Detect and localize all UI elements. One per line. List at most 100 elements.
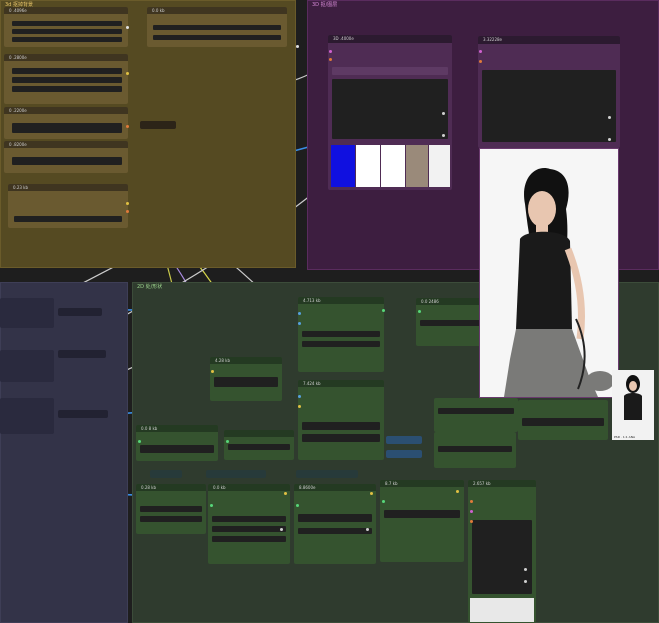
node-field[interactable] <box>212 526 286 532</box>
node-field[interactable] <box>12 77 122 83</box>
node-field[interactable] <box>438 408 514 414</box>
mini-node[interactable] <box>386 450 422 458</box>
input-slot[interactable] <box>296 45 299 48</box>
input-slot[interactable] <box>382 500 385 503</box>
node-field[interactable] <box>153 35 281 40</box>
node-field[interactable] <box>140 506 202 512</box>
node-field[interactable] <box>302 341 380 347</box>
widget-knob[interactable] <box>524 568 527 571</box>
node-field[interactable] <box>420 320 484 326</box>
link-icon[interactable] <box>456 490 459 493</box>
node-field[interactable] <box>522 418 604 426</box>
mini-node[interactable] <box>386 436 422 444</box>
node-field[interactable] <box>384 510 460 518</box>
input-slot[interactable] <box>479 60 482 63</box>
node-field[interactable] <box>140 445 214 453</box>
widget-knob[interactable] <box>442 112 445 115</box>
node-g5[interactable]: 0.0 8 kb <box>136 425 218 461</box>
input-slot[interactable] <box>298 405 301 408</box>
node-field[interactable] <box>12 29 122 34</box>
node-field[interactable] <box>12 68 122 74</box>
input-slot[interactable] <box>296 504 299 507</box>
node-field[interactable] <box>482 70 616 142</box>
widget-knob[interactable] <box>524 580 527 583</box>
link-icon[interactable] <box>284 492 287 495</box>
node-y6[interactable]: 0.23 kb <box>8 184 129 228</box>
node-y1[interactable]: 0 .4096e <box>4 7 128 47</box>
node-g2[interactable]: 0.0 2486 <box>416 298 488 346</box>
input-slot[interactable] <box>211 370 214 373</box>
node-field[interactable] <box>302 422 380 430</box>
node-b1[interactable] <box>0 298 54 328</box>
widget-knob[interactable] <box>280 528 283 531</box>
node-b3[interactable] <box>0 398 54 434</box>
node-g-right3[interactable] <box>518 400 608 440</box>
mini-node[interactable] <box>140 121 176 129</box>
input-slot[interactable] <box>470 500 473 503</box>
input-slot[interactable] <box>298 322 301 325</box>
widget-knob[interactable] <box>608 116 611 119</box>
node-field[interactable] <box>12 157 122 165</box>
node-y2[interactable]: 0.0 kb <box>147 7 287 47</box>
output-slot[interactable] <box>126 26 129 29</box>
input-slot[interactable] <box>329 58 332 61</box>
input-slot[interactable] <box>226 440 229 443</box>
node-p1[interactable]: 3D .4000e <box>328 35 452 190</box>
node-field[interactable] <box>14 216 122 222</box>
input-slot[interactable] <box>298 312 301 315</box>
node-field[interactable] <box>12 37 122 42</box>
node-field[interactable] <box>302 434 380 442</box>
node-graph-canvas[interactable]: 3d 抠掉背景 3D 抠/图层 2D 处/形状 0 .4096e 0.0 kb … <box>0 0 659 623</box>
node-p2[interactable]: 3.32228e <box>478 36 620 148</box>
widget-knob[interactable] <box>442 134 445 137</box>
input-slot[interactable] <box>298 395 301 398</box>
node-g10[interactable]: 2.657 kb <box>468 480 536 623</box>
mini-node[interactable] <box>58 410 108 418</box>
node-field[interactable] <box>472 520 532 594</box>
node-g3[interactable]: 4.28 kb <box>210 357 282 401</box>
output-slot[interactable] <box>382 309 385 312</box>
widget-knob[interactable] <box>608 138 611 141</box>
node-g-right1[interactable] <box>434 398 518 432</box>
input-slot[interactable] <box>470 510 473 513</box>
node-g8[interactable]: 8.8600e <box>294 484 376 564</box>
node-field[interactable] <box>12 123 122 133</box>
node-g1[interactable]: 4.713 kb <box>298 297 384 372</box>
node-g-right2[interactable] <box>434 432 516 468</box>
node-field[interactable] <box>332 79 448 139</box>
node-field[interactable] <box>228 444 290 450</box>
input-slot[interactable] <box>329 50 332 53</box>
node-field[interactable] <box>212 516 286 522</box>
node-y4[interactable]: 0 .2200e <box>4 107 129 139</box>
node-y5[interactable]: 0 .8200e <box>4 141 128 173</box>
node-field[interactable] <box>214 377 278 387</box>
node-field[interactable] <box>212 536 286 542</box>
input-slot[interactable] <box>479 50 482 53</box>
link-icon[interactable] <box>370 492 373 495</box>
node-field[interactable] <box>298 528 372 534</box>
node-field[interactable] <box>12 86 122 92</box>
node-field[interactable] <box>298 514 372 522</box>
node-field[interactable] <box>12 21 122 26</box>
mini-node[interactable] <box>58 308 102 316</box>
node-field[interactable] <box>438 446 512 452</box>
input-slot[interactable] <box>470 520 473 523</box>
input-slot[interactable] <box>138 440 141 443</box>
widget-knob[interactable] <box>366 528 369 531</box>
node-field[interactable] <box>302 331 380 337</box>
node-field[interactable] <box>140 516 202 522</box>
node-g9[interactable]: 8.7 kb <box>380 480 464 562</box>
mini-node[interactable] <box>150 470 182 478</box>
node-b2[interactable] <box>0 350 54 382</box>
node-g6[interactable]: 0.28 kb <box>136 484 206 534</box>
group-blue[interactable] <box>0 282 128 623</box>
node-g7[interactable]: 0.0 kb <box>208 484 290 564</box>
mini-node[interactable] <box>296 470 358 478</box>
node-y3[interactable]: 0 .2800e <box>4 54 129 104</box>
input-slot[interactable] <box>210 504 213 507</box>
node-field[interactable] <box>153 25 281 30</box>
mini-node[interactable] <box>206 470 266 478</box>
node-g5b[interactable] <box>224 430 294 460</box>
mini-node[interactable] <box>58 350 106 358</box>
node-g4[interactable]: 7.424 kb <box>298 380 384 460</box>
